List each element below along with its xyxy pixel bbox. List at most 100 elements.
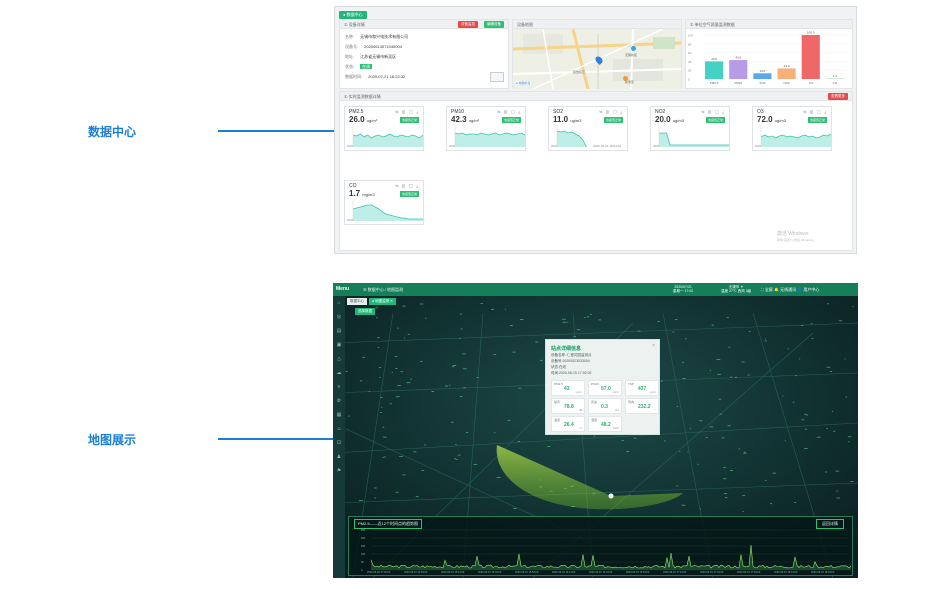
sensor-card-so2[interactable]: SO211.0 ug/m3浓度值正常⇆ ▥ ◯ ⤓2020-07-21 15:2… [548, 106, 628, 151]
device-image [490, 72, 504, 82]
sensor-card-pm25[interactable]: PM2.526.0 ug/m³浓度值正常⇆ ▥ ◯ ⤓2020-07-21 15… [344, 106, 424, 151]
card-tools-icon[interactable]: ⇆ ▥ ◯ ⤓ [599, 109, 623, 114]
metric-cell: 温度 26.4 ℃ [551, 416, 585, 432]
card-tools-icon[interactable]: ⇆ ▥ ◯ ⤓ [395, 109, 419, 114]
metric-label: 风速 [591, 400, 598, 404]
metric-value: 232.2 [638, 404, 651, 410]
x-tick-label: 2020-06-15 16:34:00 [589, 571, 613, 574]
sidebar-settings-icon[interactable]: ⚙ [333, 394, 345, 408]
x-tick-label: PM2.5 [710, 81, 719, 85]
weather-display: 无锡市 ☀ 温度 27℃ 西风 3级 [721, 285, 752, 293]
page-tabs: 数据中心 ● 地图监测 ✕ [347, 298, 398, 305]
device-map-title: 设备地图 [513, 20, 681, 29]
sensor-sparkline [760, 125, 831, 147]
status-badge: 浓度值正常 [705, 117, 725, 123]
x-tick-label: 2020-06-15 17:00:00 [367, 571, 391, 574]
date-display: 2020/07/21 星期一 17:02 [673, 285, 694, 293]
map-label: 硕放机场 [573, 70, 586, 74]
status-badge: 浓度值正常 [399, 191, 419, 197]
card-tools-icon[interactable]: ⇆ ▥ ◯ ⤓ [701, 109, 725, 114]
trend-panel: PM2.5——近12个时间点的趋势图 返回详情 250 200 150 100 50 0 … [348, 516, 853, 576]
metric-label: 噪声 [554, 400, 561, 404]
y-tick-label: 200 [361, 537, 366, 540]
tab-data-center[interactable]: 数据中心 [347, 298, 367, 305]
sensor-card-co[interactable]: CO1.7 mg/m3浓度值正常⇆ ▥ ◯ ⤓2020-07-21 15:22:… [344, 180, 424, 225]
sidebar-device-icon[interactable]: ▣ [333, 338, 345, 352]
x-tick-label: NO2 [783, 81, 790, 85]
metric-value: 437 [638, 386, 647, 392]
x-tick-label: 2020-06-15 17:54:00 [737, 571, 761, 574]
sensor-card-o3[interactable]: O372.0 ug/m3浓度值正常⇆ ▥ ◯ ⤓2020-07-21 15:22… [752, 106, 832, 151]
device-address-row: 地址: 江苏省无锡市新吴区 [345, 54, 397, 59]
sensor-sparkline [454, 125, 525, 147]
bar-PM2.5 [705, 61, 724, 79]
device-details-panel: ① 设备详情 设备监控 编辑设备 名称: 无锡市和兴电技术有限公司 设备号: 202… [339, 19, 509, 89]
windows-watermark: 激活 Windows 转到"设置"以激活 Windows。 [776, 231, 816, 242]
sensor-card-pm10[interactable]: PM1042.3 ug/m³浓度值正常⇆ ▥ ◯ ⤓2020-07-21 15:… [446, 106, 526, 151]
y-tick-label: 20 [688, 69, 692, 73]
air-quality-chart-title: ① 单位空气质量监测数据 [686, 20, 852, 29]
card-tools-icon[interactable]: ⇆ ▥ ◯ ⤓ [803, 109, 827, 114]
popup-time: 时间:2020-06-15 17:02:02 [551, 371, 592, 375]
device-monitor-button[interactable]: 设备监控 [458, 21, 478, 28]
map-label: 无锡新区 [625, 53, 638, 57]
menu-button[interactable]: Menu [336, 286, 349, 292]
card-tools-icon[interactable]: ⇆ ▥ ◯ ⤓ [497, 109, 521, 114]
sensor-card-no2[interactable]: NO220.0 ug/m3浓度值正常⇆ ▥ ◯ ⤓2020-07-21 15:2… [650, 106, 730, 151]
metric-value: 78.8 [564, 404, 574, 410]
tab-map-monitor[interactable]: ● 地图监测 ✕ [369, 298, 396, 305]
metric-label: 温度 [554, 418, 561, 422]
x-tick-label: O3 [809, 81, 813, 85]
sidebar-map-icon[interactable]: ◎ [333, 310, 345, 324]
map-label: 新吴区 [625, 80, 635, 84]
sensor-value: 11.0 ug/m3 [553, 115, 582, 124]
sidebar-cloud-icon[interactable]: ☁ [333, 366, 345, 380]
tab-data-center[interactable]: ● 数据中心 [339, 11, 367, 19]
card-tools-icon[interactable]: ⇆ ▥ ◯ ⤓ [395, 183, 419, 188]
x-tick-label: 2020-06-15 14:54:00 [404, 571, 428, 574]
close-icon[interactable]: × [652, 343, 655, 349]
sidebar-people-icon[interactable]: ♟ [333, 450, 345, 464]
metric-cell: 噪声 78.8 dB [551, 398, 585, 414]
bar-value-label: 100.0 [807, 31, 815, 35]
sidebar-alert-icon[interactable]: △ [333, 352, 345, 366]
x-tick-label: 2020-06-15 16:54:00 [626, 571, 650, 574]
sidebar-home-icon[interactable]: ⌂ [333, 296, 345, 310]
sidebar-report-icon[interactable]: ▦ [333, 408, 345, 422]
sidebar-list-icon[interactable]: ≡ [333, 380, 345, 394]
y-tick-label: 0 [361, 569, 363, 572]
map-marker-icon[interactable] [631, 46, 636, 51]
metric-label: 风向 [628, 400, 635, 404]
sidebar-user-icon[interactable]: ☺ [333, 422, 345, 436]
callout-leader-map-display [218, 438, 336, 440]
map-legend[interactable]: ● 地图标签 [516, 81, 531, 85]
y-tick-label: 0 [688, 78, 690, 82]
sidebar-lock-icon[interactable]: ⊡ [333, 436, 345, 450]
status-badge: 浓度值正常 [501, 117, 521, 123]
sensor-value: 20.0 ug/m3 [655, 115, 684, 124]
metric-cell: 风速 0.3 m/s [588, 398, 622, 414]
device-details-title: ① 设备详情 [340, 20, 508, 29]
sensor-sparkline [352, 125, 423, 147]
x-tick-label: 2020-06-15 18:34:00 [811, 571, 835, 574]
x-tick-label: SO2 [759, 81, 765, 85]
metric-cell: 风向 232.2 ° [625, 398, 659, 414]
device-status-row: 状态: 在线 [345, 64, 373, 69]
status-badge: 浓度值正常 [603, 117, 623, 123]
data-center-screenshot: ● 数据中心 ① 设备详情 设备监控 编辑设备 名称: 无锡市和兴电技术有限公司 … [334, 6, 857, 254]
bar-SO2 [753, 73, 772, 79]
realtime-data-panel: ① 实时监测数据详情 查看更多 PM2.5 26.0 ug/m³ 浓度值正常 ⇆ ▥ … [339, 91, 853, 251]
select-data-button[interactable]: 选择数据 [355, 308, 375, 315]
edit-device-button[interactable]: 编辑设备 [484, 21, 504, 28]
metric-cell: PM2.5 43 ug/m³ [551, 380, 585, 396]
sidebar-flag-icon[interactable]: ⚑ [333, 464, 345, 478]
x-tick-label: 2020-06-15 15:54:00 [515, 571, 539, 574]
callout-data-center: 数据中心 [88, 125, 137, 139]
top-tools[interactable]: ⛶ 全屏 🔔 无线通讯 👤 用户中心 [761, 287, 819, 293]
sensor-value: 1.7 mg/m3 [349, 189, 375, 198]
bar-value-label: 1.0 [833, 74, 838, 78]
sidebar-chart-icon[interactable]: ▤ [333, 324, 345, 338]
view-more-button[interactable]: 查看更多 [828, 93, 848, 100]
x-tick-label: 2020-06-15 15:34:00 [478, 571, 502, 574]
y-tick-label: 80 [688, 42, 692, 46]
